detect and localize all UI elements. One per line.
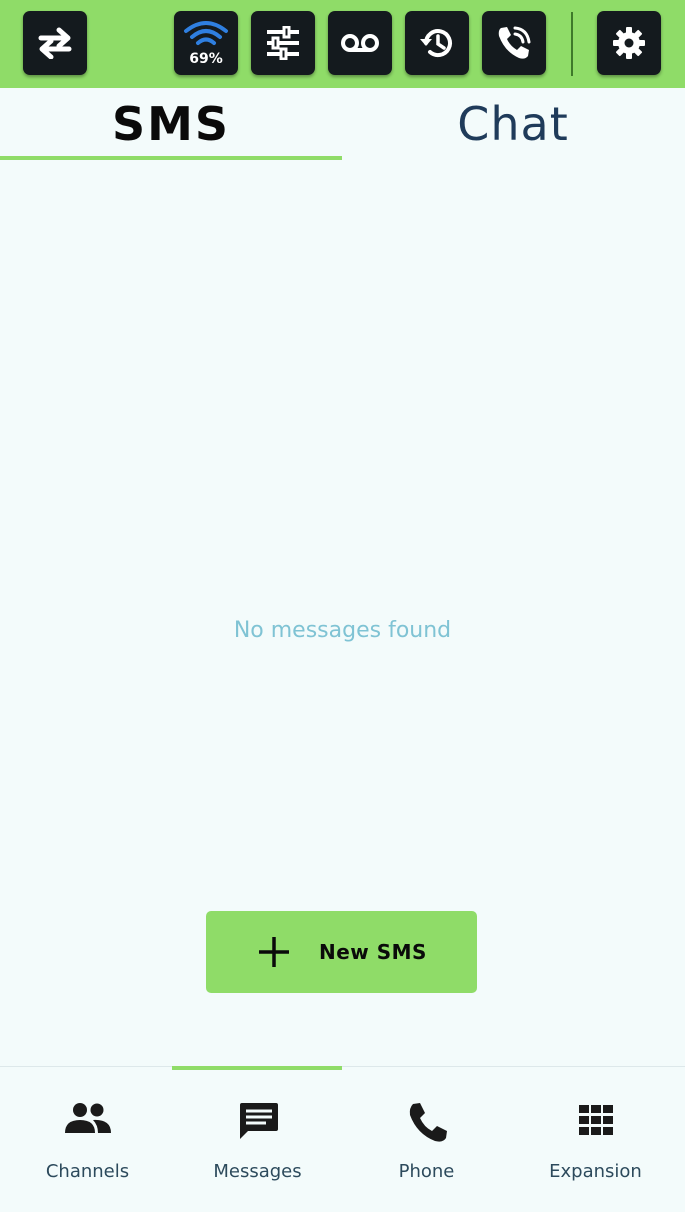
wifi-calling-button[interactable] bbox=[482, 11, 546, 75]
active-nav-indicator bbox=[172, 1066, 342, 1070]
people-icon bbox=[64, 1103, 111, 1133]
grid-icon bbox=[578, 1105, 613, 1135]
swap-button[interactable] bbox=[23, 11, 87, 75]
history-button[interactable] bbox=[405, 11, 469, 75]
nav-item-expansion[interactable]: Expansion bbox=[510, 1067, 681, 1212]
message-tabs: SMS Chat bbox=[0, 88, 685, 160]
settings-button[interactable] bbox=[597, 11, 661, 75]
top-toolbar: 69% bbox=[0, 0, 685, 88]
new-sms-label: New SMS bbox=[319, 940, 427, 964]
tab-sms[interactable]: SMS bbox=[0, 88, 342, 160]
wifi-percent: 69% bbox=[189, 51, 223, 67]
toolbar-divider bbox=[571, 12, 573, 76]
gear-icon bbox=[613, 27, 645, 59]
nav-label-messages: Messages bbox=[213, 1161, 302, 1182]
voicemail-button[interactable] bbox=[328, 11, 392, 75]
active-tab-indicator bbox=[0, 156, 342, 160]
history-icon bbox=[420, 29, 452, 58]
message-icon bbox=[239, 1103, 278, 1139]
nav-item-channels[interactable]: Channels bbox=[2, 1067, 173, 1212]
wifi-button[interactable]: 69% bbox=[174, 11, 238, 75]
plus-icon bbox=[259, 937, 289, 967]
sliders-icon bbox=[267, 26, 299, 60]
phone-wifi-icon bbox=[498, 26, 531, 59]
nav-item-messages[interactable]: Messages bbox=[172, 1067, 343, 1212]
phone-icon bbox=[409, 1103, 447, 1142]
settings-sliders-button[interactable] bbox=[251, 11, 315, 75]
new-sms-button[interactable]: New SMS bbox=[206, 911, 477, 993]
nav-label-channels: Channels bbox=[45, 1161, 130, 1182]
nav-label-expansion: Expansion bbox=[549, 1161, 642, 1182]
empty-state-message: No messages found bbox=[233, 618, 452, 643]
tab-chat[interactable]: Chat bbox=[342, 88, 684, 160]
nav-item-phone[interactable]: Phone bbox=[341, 1067, 512, 1212]
nav-label-phone: Phone bbox=[398, 1161, 455, 1182]
bottom-navigation: Channels Messages Phone Expansion bbox=[0, 1066, 685, 1212]
swap-icon bbox=[38, 27, 72, 59]
voicemail-icon bbox=[341, 34, 379, 52]
